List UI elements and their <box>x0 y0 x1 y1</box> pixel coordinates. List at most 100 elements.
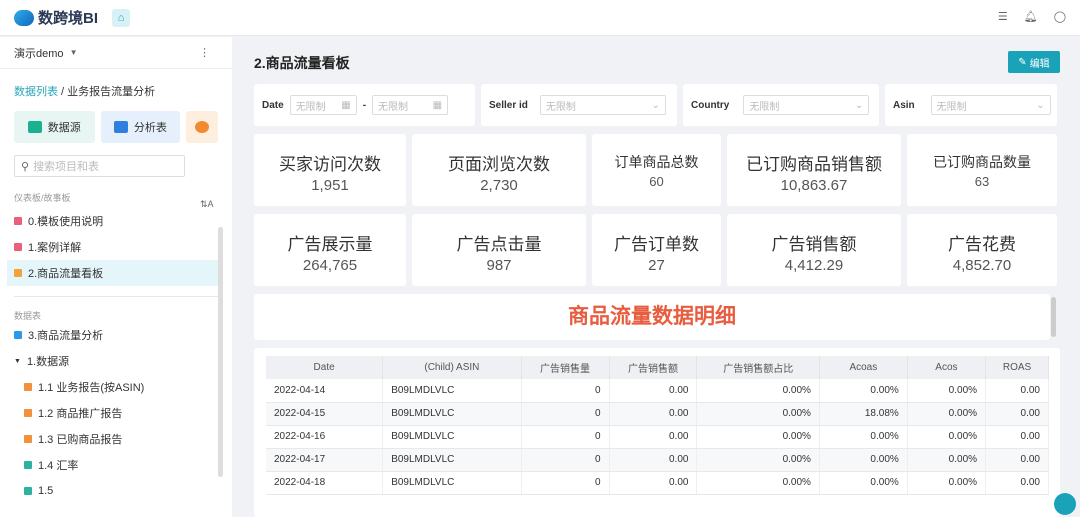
sort-icon[interactable]: ⇅A <box>200 199 214 210</box>
kpi-card: 广告销售额 4,412.29 <box>727 214 901 286</box>
search-icon: ⚲ <box>21 160 30 173</box>
table-cell: 0 <box>521 425 610 449</box>
table-cell: 2022-04-17 <box>266 448 384 472</box>
table-item[interactable]: 1.5 <box>0 478 232 504</box>
sidebar: 演示demo ▼ ⋮ 数据列表 / 业务报告流量分析 数据源 分析表 ⚲ 搜索项目和… <box>0 37 232 517</box>
kpi-value: 264,765 <box>302 257 358 274</box>
dashboard-icon <box>14 269 22 277</box>
home-icon[interactable]: ⌂ <box>112 8 131 27</box>
column-header[interactable]: ROAS <box>985 356 1049 379</box>
list-icon[interactable]: ☰ <box>998 10 1008 23</box>
asin-select[interactable]: 无限制 ⌄ <box>930 95 1051 115</box>
logo[interactable]: 数跨境BI <box>14 7 98 28</box>
kpi-card: 已订购商品数量 63 <box>907 134 1057 206</box>
column-header[interactable]: Acos <box>907 356 987 379</box>
date-start-input[interactable]: 无限制 ▦ <box>289 95 357 115</box>
table-icon <box>24 409 32 417</box>
item-label: 2.商品流量看板 <box>28 268 104 280</box>
chevron-down-icon: ⌄ <box>651 99 660 111</box>
filter-label: Asin <box>893 99 915 111</box>
table-cell: 0.00% <box>819 448 908 472</box>
asin-filter: Asin 无限制 ⌄ <box>885 84 1057 126</box>
search-placeholder: 搜索项目和表 <box>33 161 100 173</box>
datasource-button[interactable]: 数据源 <box>14 111 95 143</box>
table-row[interactable]: 2022-04-18 B09LMDLVLC 0 0.00 0.00% 0.00% 0.00%… <box>266 471 1049 495</box>
filter-label: Country <box>691 99 730 111</box>
detail-title: 商品流量数据明细 <box>568 305 736 328</box>
pencil-icon: ✎ <box>1018 56 1027 68</box>
table-cell: 0.00 <box>609 425 698 449</box>
doc-icon <box>14 217 22 225</box>
analysis-table-button[interactable]: 分析表 <box>100 111 181 143</box>
help-fab[interactable] <box>1054 493 1076 515</box>
country-select[interactable]: 无限制 ⌄ <box>743 95 870 115</box>
chevron-down-icon: ⌄ <box>854 99 864 111</box>
table-cell: 0.00% <box>819 379 908 403</box>
table-cell: 0.00 <box>609 471 698 495</box>
table-cell: 0.00% <box>696 448 820 472</box>
kpi-card: 广告展示量 264,765 <box>254 214 406 286</box>
kpi-card: 广告点击量 987 <box>412 214 586 286</box>
table-cell: 0.00% <box>819 425 908 449</box>
table-row[interactable]: 2022-04-15 B09LMDLVLC 0 0.00 0.00% 18.08% 0.00… <box>266 402 1049 426</box>
placeholder: 无限制 <box>378 101 409 113</box>
table-item[interactable]: 1.4 汇率 <box>0 452 232 478</box>
kpi-card: 广告订单数 27 <box>592 214 721 286</box>
user-icon[interactable]: ◯ <box>1054 10 1066 23</box>
seller-select[interactable]: 无限制 ⌄ <box>539 95 666 115</box>
divider <box>14 296 218 297</box>
table-cell: 2022-04-15 <box>266 402 384 426</box>
date-end-input[interactable]: 无限制 ▦ <box>372 95 449 115</box>
table-row[interactable]: 2022-04-17 B09LMDLVLC 0 0.00 0.00% 0.00% 0.00%… <box>266 448 1049 472</box>
kpi-value: 63 <box>974 174 990 189</box>
placeholder: 无限制 <box>545 101 576 113</box>
kpi-value: 4,412.29 <box>784 257 844 274</box>
kpi-card: 广告花费 4,852.70 <box>907 214 1057 286</box>
chart-icon <box>14 331 22 339</box>
kpi-label: 广告展示量 <box>287 235 373 254</box>
dash-item-selected[interactable]: 2.商品流量看板 <box>7 260 218 286</box>
scrollbar[interactable] <box>1051 297 1056 337</box>
kpi-card: 订单商品总数 60 <box>592 134 721 206</box>
table-cell: 18.08% <box>819 402 908 426</box>
table-item[interactable]: 1.2 商品推广报告 <box>0 400 232 426</box>
table-item[interactable]: 1.3 已购商品报告 <box>0 426 232 452</box>
table-row[interactable]: 2022-04-14 B09LMDLVLC 0 0.00 0.00% 0.00% 0.00%… <box>266 379 1049 403</box>
breadcrumb-root[interactable]: 数据列表 <box>14 86 58 98</box>
dash-item[interactable]: 1.案例详解 <box>0 234 232 260</box>
edit-button[interactable]: ✎ 编辑 <box>1008 51 1060 73</box>
column-header[interactable]: 广告销售额占比 <box>696 356 820 379</box>
kpi-value: 10,863.67 <box>780 177 848 194</box>
table-cell: 0.00 <box>985 471 1049 495</box>
column-header[interactable]: 广告销售量 <box>521 356 610 379</box>
table-cell: 0.00 <box>609 379 698 403</box>
column-header[interactable]: Acoas <box>819 356 908 379</box>
more-tile-button[interactable] <box>186 111 218 143</box>
more-tile-icon <box>195 121 210 133</box>
column-header[interactable]: (Child) ASIN <box>382 356 522 379</box>
dash-item[interactable]: 0.模板使用说明 <box>0 208 232 234</box>
kpi-label: 广告点击量 <box>456 235 542 254</box>
column-header[interactable]: 广告销售额 <box>609 356 698 379</box>
table-cell: 0.00% <box>696 471 820 495</box>
table-cell: 0.00 <box>985 402 1049 426</box>
table-item[interactable]: 3.商品流量分析 <box>0 322 232 348</box>
search-input[interactable]: ⚲ 搜索项目和表 <box>14 155 185 177</box>
app-name: 数跨境BI <box>38 10 99 27</box>
more-icon[interactable]: ⋮ <box>199 46 210 59</box>
analysis-icon <box>113 121 128 133</box>
column-header[interactable]: Date <box>266 356 384 379</box>
table-icon <box>24 461 32 469</box>
table-row[interactable]: 2022-04-16 B09LMDLVLC 0 0.00 0.00% 0.00% 0.00%… <box>266 425 1049 449</box>
folder-item[interactable]: ▼ 1.数据源 <box>0 348 232 374</box>
top-bar: 数跨境BI ⌂ ☰ 🔔︎ ◯ <box>0 0 1080 36</box>
calendar-icon: ▦ <box>341 99 351 111</box>
table-cell: 0.00% <box>696 379 820 403</box>
sidebar-scrollbar[interactable] <box>218 227 223 477</box>
table-cell: 0.00% <box>696 425 820 449</box>
kpi-label: 买家访问次数 <box>279 155 381 174</box>
workspace-select[interactable]: 演示demo ▼ ⋮ <box>0 37 232 69</box>
bell-icon[interactable]: 🔔︎ <box>1024 10 1038 23</box>
table-item[interactable]: 1.1 业务报告(按ASIN) <box>0 374 232 400</box>
kpi-label: 订单商品总数 <box>614 154 699 170</box>
